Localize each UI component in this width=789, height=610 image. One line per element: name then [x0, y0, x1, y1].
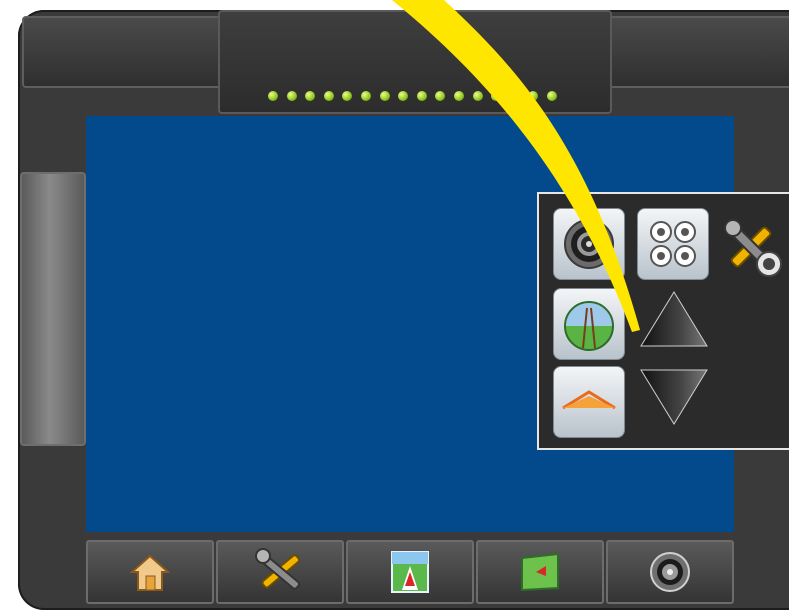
- tools-button[interactable]: [216, 540, 344, 604]
- lightbar-led: [547, 91, 557, 101]
- field-map-button[interactable]: [476, 540, 604, 604]
- camera-lens-button[interactable]: [553, 208, 625, 280]
- lightbar-led: [286, 91, 297, 101]
- tools-settings-icon: [724, 219, 782, 277]
- home-button[interactable]: [86, 540, 214, 604]
- scroll-up-button[interactable]: [637, 288, 711, 350]
- lightbar-led: [323, 91, 334, 101]
- camera-button[interactable]: [606, 540, 734, 604]
- arrow-up-icon: [640, 291, 708, 347]
- camera-settings-button[interactable]: [719, 214, 789, 284]
- horizon-view-button[interactable]: [553, 366, 625, 438]
- side-panel-tab[interactable]: [20, 172, 86, 446]
- bottom-nav-bar: [86, 536, 736, 604]
- camera-options-popup: [537, 192, 789, 450]
- multi-camera-button[interactable]: [637, 208, 709, 280]
- vehicle-view-icon: [564, 301, 614, 351]
- home-icon: [130, 554, 170, 591]
- guidance-icon: [391, 551, 429, 593]
- lightbar-led: [416, 91, 427, 101]
- camera-lens-icon: [564, 219, 614, 269]
- camera-icon: [650, 552, 690, 592]
- field-map-icon: [521, 552, 559, 592]
- vehicle-view-button[interactable]: [553, 288, 625, 360]
- guidance-button[interactable]: [346, 540, 474, 604]
- arrow-down-icon: [640, 369, 708, 425]
- top-status-panel-left: [22, 16, 224, 88]
- multi-camera-icon: [650, 221, 696, 267]
- lightbar-led: [268, 91, 278, 101]
- lightbar-led: [509, 91, 520, 101]
- lightbar-led: [379, 91, 390, 101]
- tools-icon: [255, 548, 300, 590]
- horizon-view-icon: [562, 390, 616, 410]
- lightbar-led: [454, 91, 464, 101]
- lightbar-led: [472, 91, 483, 101]
- top-status-panel-right: [606, 16, 789, 88]
- lightbar-led: [361, 91, 371, 101]
- scroll-down-button[interactable]: [637, 366, 711, 428]
